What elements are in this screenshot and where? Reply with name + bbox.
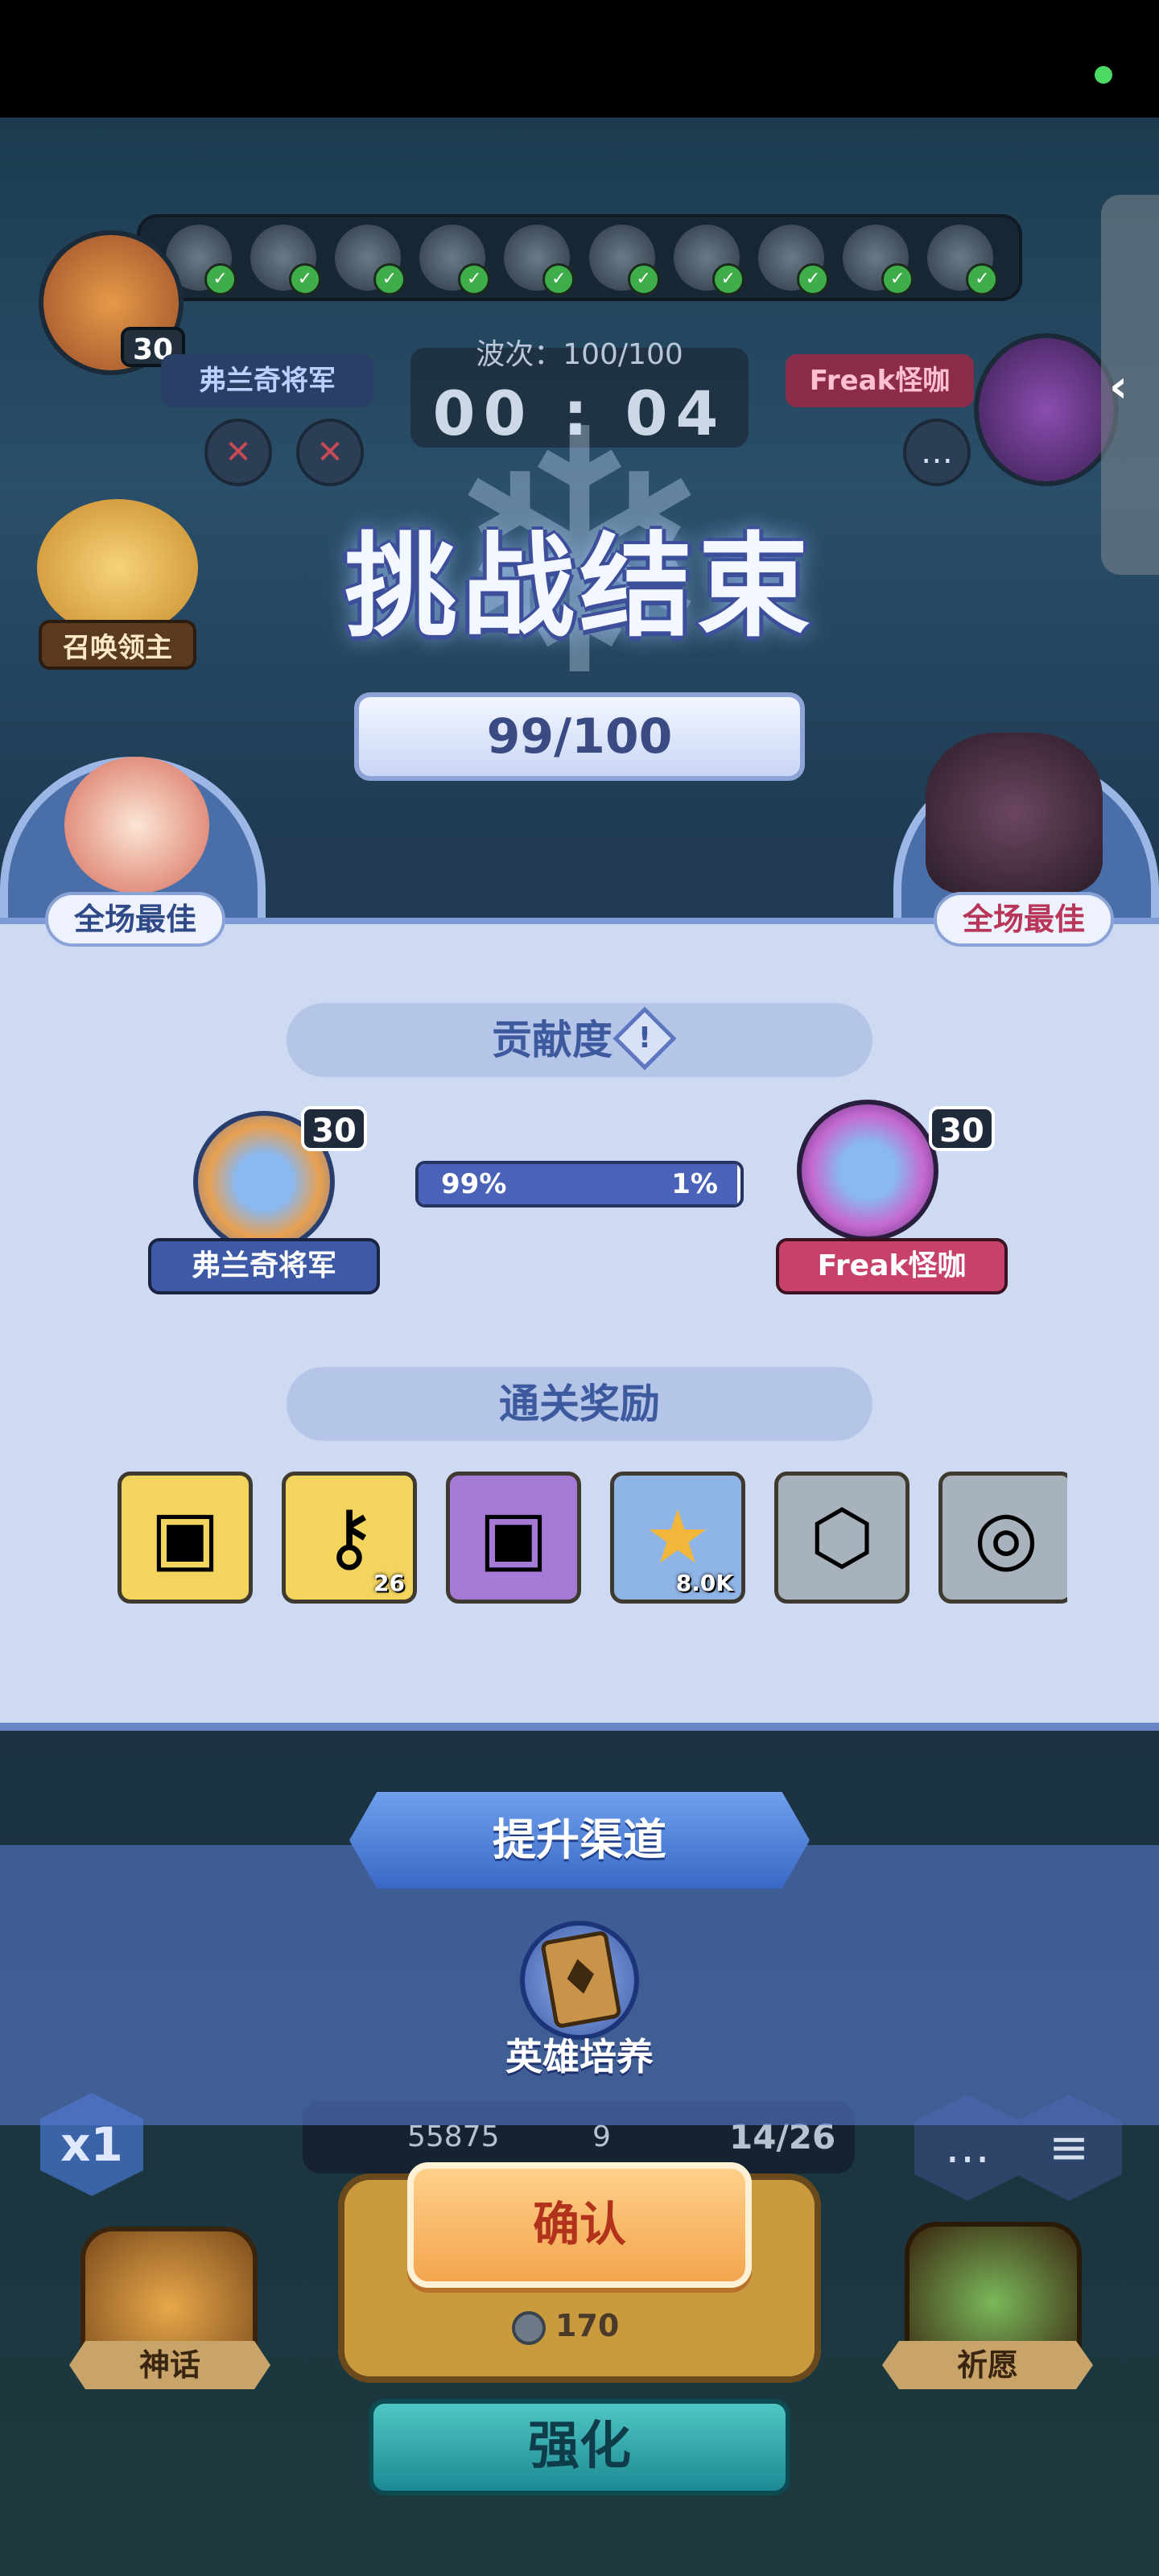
coin-icon xyxy=(512,2310,546,2345)
contrib-right-name: Freak怪咖 xyxy=(776,1238,1008,1294)
reward-qty: 26 xyxy=(373,1570,405,1596)
contrib-right-avatar xyxy=(797,1100,938,1241)
hero-portrait-icon xyxy=(757,225,829,295)
contribution-header: 贡献度! xyxy=(287,1003,872,1077)
pray-label[interactable]: 祈愿 xyxy=(882,2341,1093,2389)
chevron-left-icon[interactable]: ‹ xyxy=(1109,361,1128,413)
reward-list: ▣ ⚷ 26 ▣ ★ 8.0K ⬡ ◎ xyxy=(118,1468,1067,1605)
hero-emblem-icon: ⬡ xyxy=(809,1494,875,1580)
mute-voice-icon[interactable]: ✕ xyxy=(296,419,364,486)
reward-silver-emblem[interactable]: ◎ xyxy=(938,1472,1067,1604)
upgrade-channel-banner: 提升渠道 xyxy=(349,1792,810,1889)
gold-chest-icon: ▣ xyxy=(150,1494,221,1580)
summon-cost: 170 xyxy=(512,2304,649,2347)
hero-portrait-icon xyxy=(927,225,999,295)
status-bar xyxy=(0,0,1159,118)
wave-score: 99/100 xyxy=(354,692,805,781)
silver-emblem-icon: ◎ xyxy=(973,1494,1039,1580)
summon-lord-icon[interactable] xyxy=(37,499,198,636)
hero-portrait-icon xyxy=(250,225,321,295)
contrib-left-level-badge: 30 xyxy=(301,1106,367,1151)
summon-lord-label: 召唤领主 xyxy=(39,620,196,670)
chat-bubble-icon[interactable]: … xyxy=(903,419,971,486)
rewards-header: 通关奖励 xyxy=(287,1367,872,1441)
confirm-button[interactable]: 确认 xyxy=(407,2162,752,2288)
challenge-ended-title: 挑战结束 xyxy=(344,522,815,653)
mvp-left-label: 全场最佳 xyxy=(45,892,225,947)
hero-portrait-icon xyxy=(334,225,406,295)
contrib-right-level-badge: 30 xyxy=(929,1106,995,1151)
hero-portrait-icon xyxy=(588,225,660,295)
summon-cost-value: 170 xyxy=(555,2308,620,2343)
reward-gold-coin[interactable]: ★ 8.0K xyxy=(610,1472,745,1604)
info-icon-glyph: ! xyxy=(637,1021,652,1055)
right-player-avatar[interactable] xyxy=(974,333,1119,486)
mvp-left-character-icon xyxy=(64,757,209,894)
hero-portrait-icon xyxy=(419,225,491,295)
contrib-left-percent: 99% xyxy=(441,1168,507,1200)
strengthen-button[interactable]: 强化 xyxy=(369,2399,790,2496)
contribution-bar: 99% 1% xyxy=(415,1161,744,1208)
hero-portrait-icon xyxy=(504,225,575,295)
mute-mic-icon[interactable]: ✕ xyxy=(204,419,272,486)
reward-gold-chest[interactable]: ▣ xyxy=(118,1472,253,1604)
contrib-right-percent: 1% xyxy=(671,1168,718,1200)
info-icon[interactable]: ! xyxy=(612,1005,677,1071)
hero-roster-strip xyxy=(137,214,1022,301)
hero-portrait-icon xyxy=(673,225,744,295)
camera-indicator-icon xyxy=(1095,66,1112,84)
reward-gold-key[interactable]: ⚷ 26 xyxy=(282,1472,417,1604)
mvp-right-label: 全场最佳 xyxy=(934,892,1114,947)
purple-chest-icon: ▣ xyxy=(478,1494,549,1580)
mvp-right-dragon-icon xyxy=(926,733,1103,894)
myth-label[interactable]: 神话 xyxy=(69,2341,270,2389)
right-player-name: Freak怪咖 xyxy=(786,354,974,407)
reward-purple-chest[interactable]: ▣ xyxy=(446,1472,581,1604)
reward-qty: 8.0K xyxy=(675,1570,733,1596)
left-player-name: 弗兰奇将军 xyxy=(161,354,373,407)
reward-hero-emblem[interactable]: ⬡ xyxy=(774,1472,909,1604)
hero-portrait-icon xyxy=(843,225,914,295)
contribution-header-text: 贡献度 xyxy=(492,1017,612,1063)
contrib-left-name: 弗兰奇将军 xyxy=(148,1238,380,1294)
hero-training-label[interactable]: 英雄培养 xyxy=(451,2030,708,2083)
